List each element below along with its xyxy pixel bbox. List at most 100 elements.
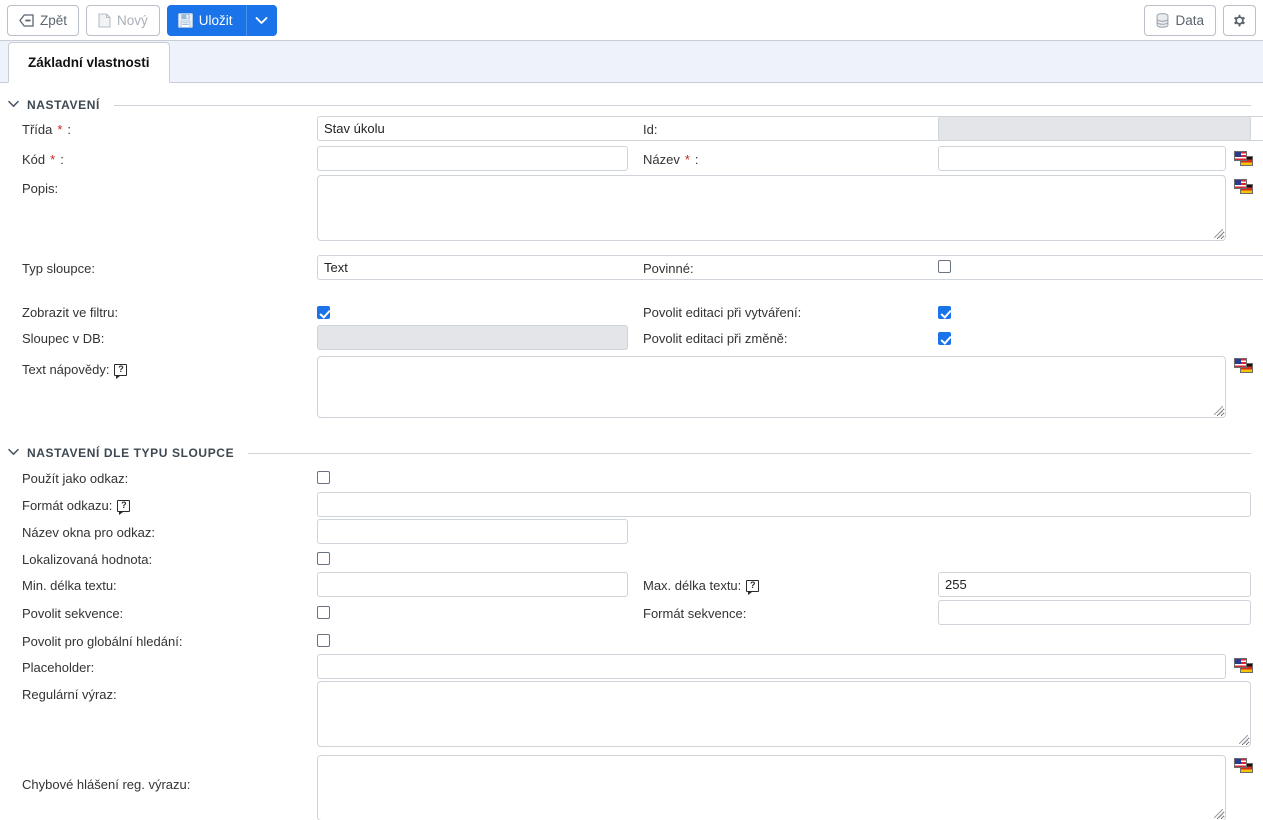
chevron-down-icon xyxy=(8,448,19,459)
zobrazit-ve-filtru-checkbox[interactable] xyxy=(317,306,330,320)
localization-flags-icon-popis[interactable] xyxy=(1234,179,1253,197)
field-nazev xyxy=(938,146,1226,171)
save-button[interactable]: Uložit xyxy=(166,4,246,36)
row-povolit-sekvence: Povolit sekvence: Formát sekvence: xyxy=(0,600,1263,628)
povolit-globalni-hledani-checkbox[interactable] xyxy=(317,634,330,648)
colon-glyph: : xyxy=(60,152,64,167)
required-marker: * xyxy=(50,152,56,167)
localization-flags-icon-text-napovedy[interactable] xyxy=(1234,358,1253,376)
help-bubble-icon[interactable]: ? xyxy=(114,363,128,379)
regularni-vyraz-textarea[interactable] xyxy=(317,681,1251,747)
nazev-input[interactable] xyxy=(938,146,1226,171)
label-chybove-hlaseni: Chybové hlášení reg. výrazu: xyxy=(22,777,191,792)
kod-input[interactable] xyxy=(317,146,628,171)
required-marker: * xyxy=(684,152,690,167)
row-nazev-okna: Název okna pro odkaz: xyxy=(0,519,1263,546)
localization-flags-icon-chybove-hlaseni[interactable] xyxy=(1234,758,1253,776)
chevron-down-icon xyxy=(255,16,268,25)
povolit-editaci-vytvareni-checkbox[interactable] xyxy=(938,306,951,320)
section-title: NASTAVENÍ DLE TYPU SLOUPCE xyxy=(27,446,235,460)
toolbar-left-group: Zpět Nový Uložit xyxy=(7,4,277,36)
chybove-hlaseni-textarea[interactable] xyxy=(317,755,1226,820)
povolit-sekvence-checkbox[interactable] xyxy=(317,606,330,620)
help-bubble-icon[interactable]: ? xyxy=(117,499,131,515)
popis-textarea[interactable] xyxy=(317,175,1226,241)
field-povolit-editaci-vytvareni xyxy=(938,304,951,320)
label-max-delka-text: Max. délka textu: xyxy=(643,578,742,593)
label-povolit-editaci-zmene: Povolit editaci při změně: xyxy=(643,331,788,346)
label-format-odkazu-text: Formát odkazu: xyxy=(22,498,113,513)
new-button-label: Nový xyxy=(117,12,148,28)
back-button[interactable]: Zpět xyxy=(7,4,80,36)
label-povolit-editaci-vytvareni: Povolit editaci při vytváření: xyxy=(643,305,802,320)
form-body: NASTAVENÍ Třída*: Stav úkolu Id: Kód*: xyxy=(0,83,1263,820)
row-lokalizovana-hodnota: Lokalizovaná hodnota: xyxy=(0,546,1263,572)
section-divider xyxy=(113,104,1251,106)
row-placeholder: Placeholder: xyxy=(0,654,1263,681)
label-lokalizovana-hodnota: Lokalizovaná hodnota: xyxy=(22,552,153,567)
nazev-okna-input[interactable] xyxy=(317,519,628,544)
data-button[interactable]: Data xyxy=(1144,5,1216,36)
new-button[interactable]: Nový xyxy=(86,4,160,36)
label-placeholder: Placeholder: xyxy=(22,660,95,675)
label-typ-sloupce: Typ sloupce: xyxy=(22,261,95,276)
field-format-odkazu xyxy=(317,492,1251,517)
label-povolit-globalni-hledani: Povolit pro globální hledání: xyxy=(22,634,183,649)
save-dropdown-button[interactable] xyxy=(245,4,277,36)
field-placeholder xyxy=(317,654,1226,679)
label-format-sekvence: Formát sekvence: xyxy=(643,606,747,621)
save-split-button: Uložit xyxy=(166,4,277,36)
lokalizovana-hodnota-checkbox[interactable] xyxy=(317,552,330,566)
label-kod-text: Kód xyxy=(22,152,46,167)
field-max-delka xyxy=(938,572,1251,597)
help-bubble-icon[interactable]: ? xyxy=(746,579,760,595)
text-napovedy-textarea[interactable] xyxy=(317,356,1226,418)
localization-flags-icon xyxy=(1234,179,1253,194)
placeholder-input[interactable] xyxy=(317,654,1226,679)
field-povolit-sekvence xyxy=(317,604,330,620)
field-lokalizovana-hodnota xyxy=(317,550,330,566)
row-format-odkazu: Formát odkazu: ? xyxy=(0,492,1263,519)
pouzit-jako-odkaz-checkbox[interactable] xyxy=(317,471,330,485)
chevron-down-icon xyxy=(8,100,19,111)
data-button-label: Data xyxy=(1175,13,1204,28)
localization-flags-icon xyxy=(1234,358,1253,373)
row-chybove-hlaseni: Chybové hlášení reg. výrazu: xyxy=(0,755,1263,820)
tab-label: Základní vlastnosti xyxy=(28,55,150,70)
row-pouzit-jako-odkaz: Použít jako odkaz: xyxy=(0,465,1263,492)
settings-button[interactable] xyxy=(1223,5,1256,36)
label-max-delka: Max. délka textu: ? xyxy=(643,578,760,595)
sloupec-v-db-input[interactable] xyxy=(317,325,628,350)
id-input[interactable] xyxy=(938,116,1251,141)
row-zobrazit-filtr: Zobrazit ve filtru: Povolit editaci při … xyxy=(0,299,1263,325)
field-popis xyxy=(317,175,1226,241)
row-text-napovedy: Text nápovědy: ? xyxy=(0,356,1263,431)
label-sloupec-v-db: Sloupec v DB: xyxy=(22,331,105,346)
field-chybove-hlaseni xyxy=(317,755,1226,820)
section-header-nastaveni[interactable]: NASTAVENÍ xyxy=(0,83,1263,113)
min-delka-input[interactable] xyxy=(317,572,628,597)
povolit-editaci-zmene-checkbox[interactable] xyxy=(938,332,951,346)
save-button-label: Uložit xyxy=(198,12,233,28)
required-marker: * xyxy=(57,122,63,137)
typ-sloupce-select[interactable]: Text xyxy=(317,255,1263,280)
row-regularni-vyraz: Regulární výraz: xyxy=(0,681,1263,753)
row-sloupec-v-db: Sloupec v DB: Povolit editaci při změně: xyxy=(0,325,1263,351)
field-id xyxy=(938,116,1251,141)
povinne-checkbox[interactable] xyxy=(938,260,951,274)
section-header-nastaveni-dle-typu-sloupce[interactable]: NASTAVENÍ DLE TYPU SLOUPCE xyxy=(0,431,1263,461)
field-povolit-globalni-hledani xyxy=(317,632,330,648)
label-kod: Kód *: xyxy=(22,152,64,167)
localization-flags-icon-placeholder[interactable] xyxy=(1234,658,1253,676)
localization-flags-icon-nazev[interactable] xyxy=(1234,151,1253,169)
format-sekvence-input[interactable] xyxy=(938,600,1251,625)
field-nazev-okna xyxy=(317,519,628,544)
tab-zakladni-vlastnosti[interactable]: Základní vlastnosti xyxy=(8,42,170,83)
field-text-napovedy xyxy=(317,356,1226,418)
document-icon xyxy=(98,12,111,28)
label-povinne: Povinné: xyxy=(643,261,694,276)
max-delka-input[interactable] xyxy=(938,572,1251,597)
row-typ-sloupce-povinne: Typ sloupce: Text Povinné: xyxy=(0,255,1263,285)
label-zobrazit-ve-filtru: Zobrazit ve filtru: xyxy=(22,305,119,320)
format-odkazu-input[interactable] xyxy=(317,492,1251,517)
